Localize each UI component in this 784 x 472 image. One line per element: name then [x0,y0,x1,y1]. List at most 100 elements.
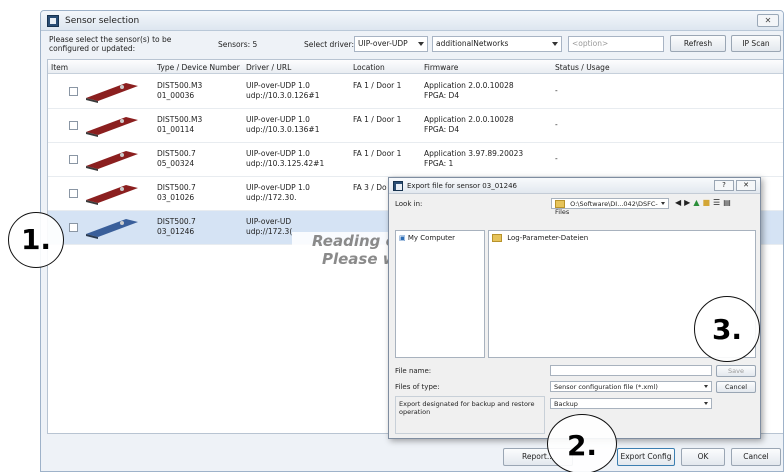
folder-icon [492,234,502,242]
file-name-input[interactable] [550,365,712,376]
cancel-button[interactable]: Cancel [731,448,781,466]
export-purpose-select[interactable]: Backup [550,398,712,409]
chevron-down-icon [704,402,708,405]
device-type: DIST500.7 [157,149,196,158]
driver-name: UIP-over-UDP 1.0 [246,149,310,158]
toolbar: Please select the sensor(s) to be config… [41,33,783,57]
export-config-button[interactable]: Export Config [617,448,675,466]
location: FA 1 / Door 1 [353,149,402,158]
window-title: Sensor selection [65,15,140,26]
header-firmware[interactable]: Firmware [424,63,458,72]
sensor-device-icon [86,117,138,137]
firmware-fpga: FPGA: 1 [424,159,454,168]
status: - [555,120,558,129]
driver-label: Select driver: [304,40,354,49]
chevron-down-icon [418,42,424,46]
table-row[interactable]: DIST500.M3 01_00036 UIP-over-UDP 1.0 udp:/… [48,75,783,109]
location: FA 3 / Do [353,183,387,192]
dialog-cancel-button[interactable]: Cancel [716,381,756,393]
sensor-device-icon [86,151,138,171]
row-checkbox[interactable] [69,223,78,232]
save-button[interactable]: Save [716,365,756,377]
folder-label: Log-Parameter-Dateien [507,234,589,242]
sensor-device-icon [86,83,138,103]
list-view-icon[interactable]: ☰ [713,198,720,207]
chevron-down-icon [704,385,708,388]
option-input[interactable]: <option> [568,36,664,52]
dialog-close-button[interactable]: ✕ [736,180,756,191]
table-row[interactable]: DIST500.7 05_00324 UIP-over-UDP 1.0 udp://… [48,143,783,177]
row-checkbox[interactable] [69,87,78,96]
places-label: My Computer [407,234,456,242]
driver-url: udp://10.3.125.42#1 [246,159,325,168]
help-button[interactable]: ? [714,180,734,191]
header-status[interactable]: Status / Usage [555,63,610,72]
device-type: DIST500.M3 [157,81,203,90]
look-in-label: Look in: [395,200,423,208]
up-icon[interactable]: ▲ [693,198,699,207]
networks-value: additionalNetworks [436,39,509,48]
title-bar: Sensor selection ✕ [41,11,783,31]
sensor-device-icon [86,185,138,205]
driver-url: udp://10.3.0.126#1 [246,91,320,100]
header-location[interactable]: Location [353,63,385,72]
places-panel: ▣ My Computer [395,230,485,358]
app-icon [393,180,403,191]
firmware-app: Application 2.0.0.10028 [424,115,514,124]
look-in-select[interactable]: O:\Software\DI...042\DSFC-Files [551,198,669,216]
file-name-label: File name: [395,367,432,375]
driver-url: udp://10.3.0.136#1 [246,125,320,134]
computer-icon: ▣ [399,234,406,242]
driver-name: UIP-over-UDP 1.0 [246,183,310,192]
close-button[interactable]: ✕ [757,14,779,27]
files-type-select[interactable]: Sensor configuration file (*.xml) [550,381,712,392]
back-icon[interactable]: ◀ [675,198,681,207]
driver-url: udp://172.3( [246,227,293,236]
chevron-down-icon [552,42,558,46]
export-purpose-label: Export designated for backup and restore… [395,396,545,434]
new-folder-icon[interactable]: ■ [702,198,710,207]
row-checkbox[interactable] [69,155,78,164]
driver-name: UIP-over-UDP 1.0 [246,81,310,90]
device-type: DIST500.7 [157,217,196,226]
folder-item[interactable]: Log-Parameter-Dateien [489,231,755,245]
header-item[interactable]: Item [51,63,68,72]
status: - [555,86,558,95]
header-driver[interactable]: Driver / URL [246,63,291,72]
header-type[interactable]: Type / Device Number [157,63,240,72]
look-in-path: O:\Software\DI...042\DSFC-Files [555,200,658,216]
driver-name: UIP-over-UD [246,217,292,226]
firmware-fpga: FPGA: D4 [424,125,460,134]
places-my-computer[interactable]: ▣ My Computer [396,231,484,245]
row-checkbox[interactable] [69,189,78,198]
driver-select[interactable]: UIP-over-UDP [354,36,428,52]
files-type-value: Sensor configuration file (*.xml) [554,383,658,391]
sensor-count: Sensors: 5 [218,40,258,49]
dialog-title: Export file for sensor 03_01246 [407,181,517,190]
detail-view-icon[interactable]: ▤ [723,198,731,207]
folder-icon [555,200,565,208]
status: - [555,154,558,163]
device-type: DIST500.M3 [157,115,203,124]
ok-button[interactable]: OK [681,448,725,466]
driver-name: UIP-over-UDP 1.0 [246,115,310,124]
refresh-button[interactable]: Refresh [670,35,726,52]
firmware-fpga: FPGA: D4 [424,91,460,100]
sensor-device-icon [86,219,138,239]
firmware-app: Application 2.0.0.10028 [424,81,514,90]
device-number: 03_01026 [157,193,195,202]
ip-scan-button[interactable]: IP Scan [731,35,781,52]
driver-value: UIP-over-UDP [358,39,408,48]
location: FA 1 / Door 1 [353,81,402,90]
chevron-down-icon [661,202,665,205]
files-type-label: Files of type: [395,383,440,391]
app-icon [47,14,59,27]
callout-3: 3. [694,296,760,362]
dialog-title-bar: Export file for sensor 03_01246 ? ✕ [389,178,760,194]
table-row[interactable]: DIST500.M3 01_00114 UIP-over-UDP 1.0 udp:/… [48,109,783,143]
row-checkbox[interactable] [69,121,78,130]
export-purpose-value: Backup [554,400,578,408]
device-number: 01_00114 [157,125,195,134]
networks-select[interactable]: additionalNetworks [432,36,562,52]
forward-icon[interactable]: ▶ [684,198,690,207]
